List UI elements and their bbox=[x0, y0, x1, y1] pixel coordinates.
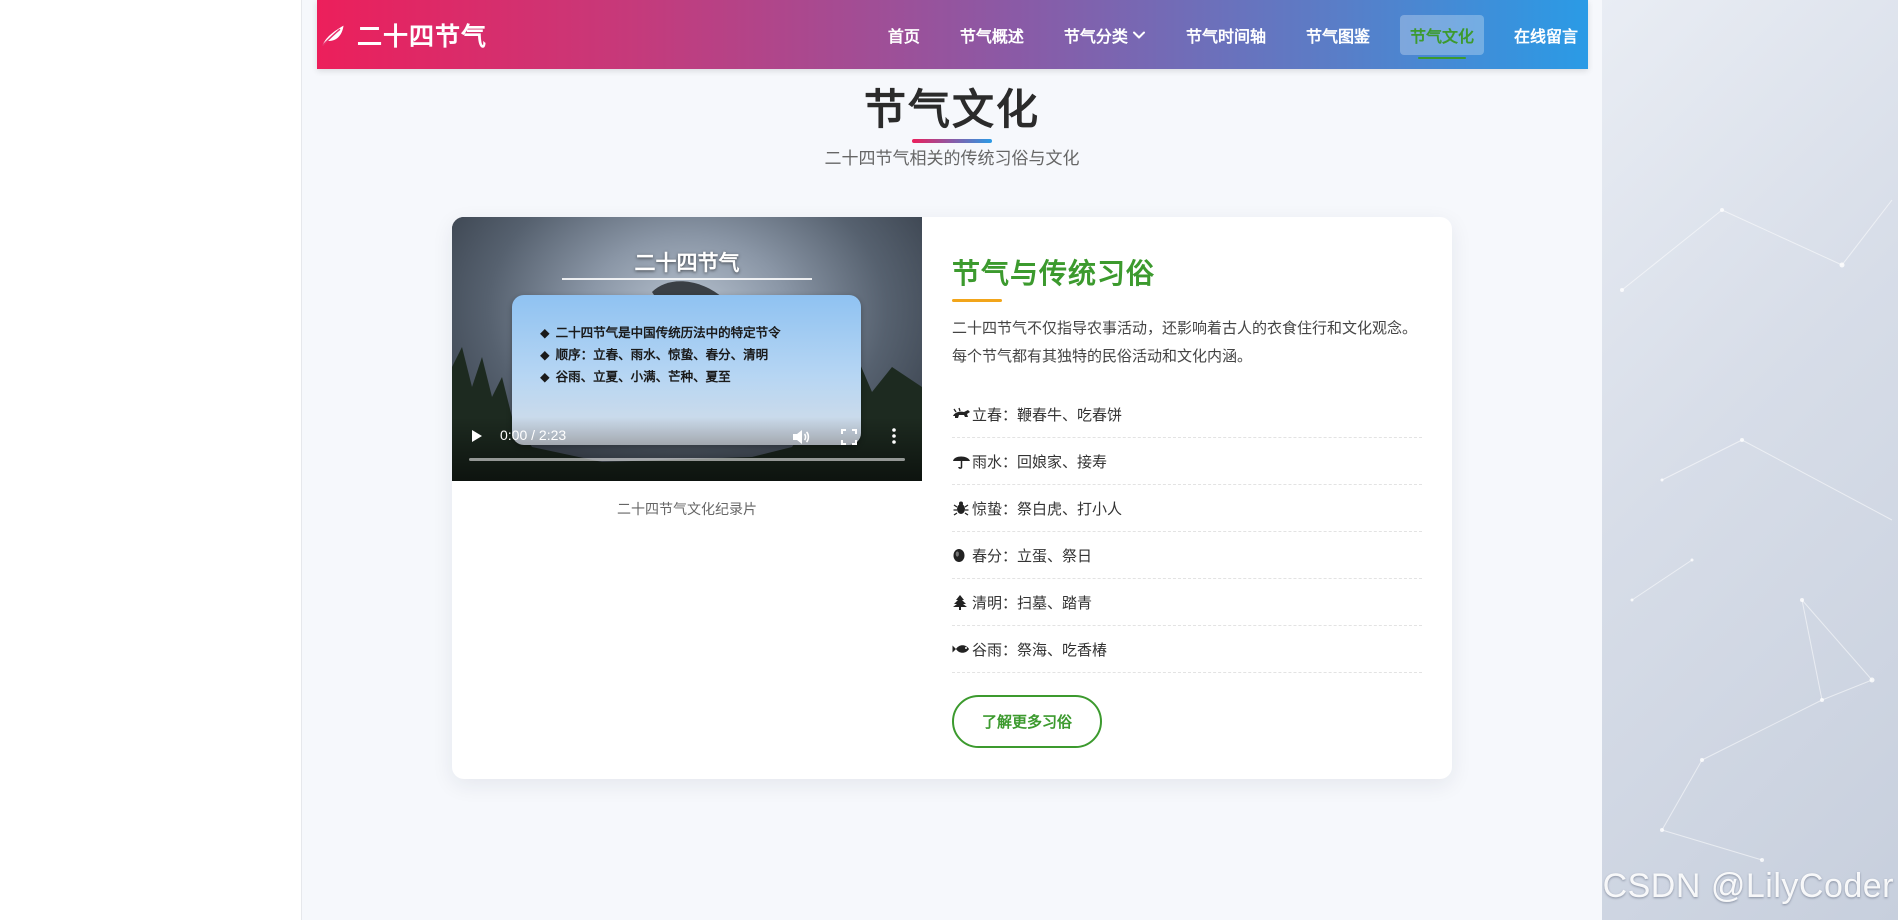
main-content: 二十四节气 首页 节气概述 节气分类 节气时间轴 节气图鉴 节气文化 在线留言 … bbox=[302, 0, 1602, 920]
list-item-text: 春分：立蛋、祭日 bbox=[972, 546, 1093, 565]
video-progress-bar[interactable] bbox=[469, 458, 905, 461]
nav-item-home[interactable]: 首页 bbox=[878, 15, 930, 55]
more-options-icon[interactable] bbox=[892, 427, 896, 445]
brand-logo[interactable]: 二十四节气 bbox=[319, 17, 487, 53]
list-item-text: 谷雨：祭海、吃香椿 bbox=[972, 640, 1108, 659]
nav-item-label: 节气概述 bbox=[959, 26, 1024, 46]
fish-icon bbox=[952, 645, 969, 653]
video-overlay-line: ◆ 顺序：立春、雨水、惊蛰、春分、清明 bbox=[540, 347, 769, 362]
nav-item-timeline[interactable]: 节气时间轴 bbox=[1176, 15, 1276, 55]
nav-item-categories[interactable]: 节气分类 bbox=[1054, 15, 1156, 55]
nav-item-gallery[interactable]: 节气图鉴 bbox=[1296, 15, 1380, 55]
video-overlay-title: 二十四节气 bbox=[634, 251, 740, 275]
customs-title: 节气与传统习俗 bbox=[952, 257, 1156, 290]
list-item: 清明：扫墓、踏青 bbox=[952, 579, 1422, 626]
ox-icon bbox=[953, 407, 970, 418]
nav-item-label: 节气时间轴 bbox=[1185, 26, 1266, 46]
fullscreen-icon[interactable] bbox=[841, 429, 857, 445]
chevron-down-icon bbox=[1132, 31, 1145, 38]
left-margin bbox=[0, 0, 302, 920]
list-item: 惊蛰：祭白虎、打小人 bbox=[952, 485, 1422, 532]
list-item-text: 惊蛰：祭白虎、打小人 bbox=[972, 499, 1123, 518]
nav-links: 首页 节气概述 节气分类 节气时间轴 节气图鉴 节气文化 在线留言 bbox=[858, 0, 1588, 69]
leaf-icon bbox=[321, 25, 344, 46]
tree-icon bbox=[953, 595, 967, 610]
culture-card: 二十四节气 ◆ 二十四节气是中国传统历法中的特定节令 ◆ 顺序：立春、雨水、惊蛰、春… bbox=[452, 217, 1452, 779]
customs-list: 立春：鞭春牛、吃春饼 雨水：回娘家、接寿 惊蛰：祭白虎、打小人 春分：立蛋、祭日… bbox=[952, 391, 1422, 673]
video-overlay-line: ◆ 谷雨、立夏、小满、芒种、夏至 bbox=[540, 369, 731, 384]
nav-item-overview[interactable]: 节气概述 bbox=[950, 15, 1034, 55]
list-item-text: 立春：鞭春牛、吃春饼 bbox=[972, 405, 1123, 424]
brand-title: 二十四节气 bbox=[357, 21, 488, 51]
video-overlay-line-text: 二十四节气是中国传统历法中的特定节令 bbox=[555, 325, 781, 340]
decorative-background: CSDN @LilyCoder bbox=[1602, 0, 1898, 920]
list-item: 春分：立蛋、祭日 bbox=[952, 532, 1422, 579]
video-overlay-line: ◆ 二十四节气是中国传统历法中的特定节令 bbox=[540, 325, 781, 340]
volume-icon[interactable] bbox=[792, 429, 810, 445]
list-item-text: 雨水：回娘家、接寿 bbox=[972, 452, 1108, 471]
video-caption: 二十四节气文化纪录片 bbox=[617, 502, 757, 518]
nav-item-label: 节气图鉴 bbox=[1305, 26, 1370, 46]
video-overlay-line-text: 谷雨、立夏、小满、芒种、夏至 bbox=[555, 369, 731, 384]
list-item: 谷雨：祭海、吃香椿 bbox=[952, 626, 1422, 673]
customs-description: 二十四节气不仅指导农事活动，还影响着古人的衣食住行和文化观念。每个节气都有其独特… bbox=[952, 319, 1418, 365]
section-title: 节气文化 bbox=[863, 85, 1040, 134]
section-subtitle: 二十四节气相关的传统习俗与文化 bbox=[824, 149, 1080, 169]
nav-item-guestbook[interactable]: 在线留言 bbox=[1504, 15, 1588, 55]
title-underline bbox=[912, 139, 992, 143]
umbrella-icon bbox=[953, 456, 970, 469]
video-player[interactable]: 二十四节气 ◆ 二十四节气是中国传统历法中的特定节令 ◆ 顺序：立春、雨水、惊蛰、春… bbox=[452, 217, 922, 481]
video-time: 0:00 / 2:23 bbox=[500, 427, 567, 443]
egg-icon bbox=[953, 549, 965, 562]
play-icon[interactable] bbox=[470, 429, 484, 443]
bug-icon bbox=[953, 501, 969, 516]
top-navbar: 二十四节气 首页 节气概述 节气分类 节气时间轴 节气图鉴 节气文化 在线留言 bbox=[317, 0, 1588, 69]
list-item: 立春：鞭春牛、吃春饼 bbox=[952, 391, 1422, 438]
video-title-divider bbox=[562, 278, 812, 280]
video-controls: 0:00 / 2:23 bbox=[452, 417, 922, 481]
nav-item-culture[interactable]: 节气文化 bbox=[1399, 14, 1484, 59]
list-item: 雨水：回娘家、接寿 bbox=[952, 438, 1422, 485]
list-item-text: 清明：扫墓、踏青 bbox=[972, 593, 1093, 612]
nav-item-label: 在线留言 bbox=[1513, 26, 1578, 46]
customs-title-underline bbox=[952, 299, 1002, 302]
watermark: CSDN @LilyCoder bbox=[1602, 867, 1894, 905]
nav-item-label: 节气文化 bbox=[1409, 26, 1474, 46]
video-overlay-line-text: 顺序：立春、雨水、惊蛰、春分、清明 bbox=[555, 347, 769, 362]
learn-more-customs-button[interactable]: 了解更多习俗 bbox=[952, 695, 1102, 748]
nav-item-label: 节气分类 bbox=[1063, 26, 1128, 46]
nav-item-label: 首页 bbox=[887, 26, 920, 46]
